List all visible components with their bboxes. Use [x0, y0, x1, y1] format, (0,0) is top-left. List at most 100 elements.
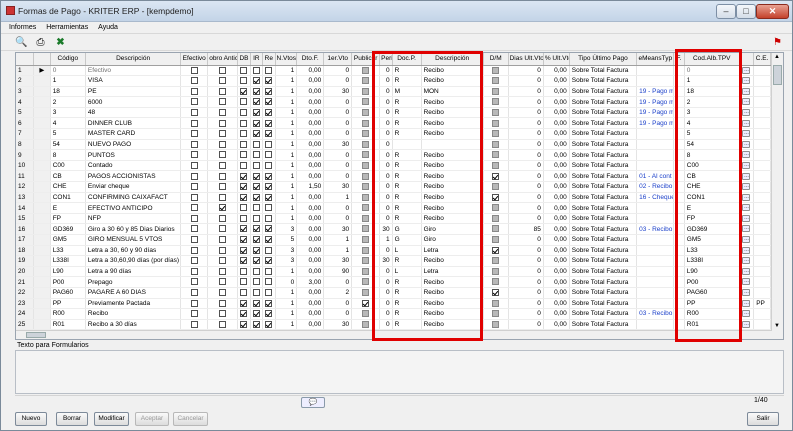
- cell-cod-alb-tpv[interactable]: E: [684, 202, 740, 214]
- cell-doc-p[interactable]: L: [392, 245, 422, 257]
- checkbox-db[interactable]: [240, 257, 248, 265]
- col-nvtos[interactable]: N.Vtos: [275, 53, 298, 66]
- checkbox-re[interactable]: [265, 289, 273, 297]
- cell-publicar[interactable]: [351, 276, 381, 288]
- col-f[interactable]: F.: [673, 53, 685, 66]
- cell-f[interactable]: [673, 170, 685, 183]
- cell-ef[interactable]: [180, 128, 209, 140]
- cell-f[interactable]: [673, 160, 685, 172]
- cell-descripcion-doc[interactable]: Recibo: [421, 160, 484, 172]
- cell-tipo-ultimo-pago[interactable]: Sobre Total Factura: [569, 107, 638, 119]
- cell-period[interactable]: 0: [379, 245, 393, 257]
- cell-re[interactable]: [262, 266, 276, 278]
- cell-period[interactable]: 0: [379, 170, 393, 183]
- cell-tipo-ultimo-pago[interactable]: Sobre Total Factura: [569, 276, 638, 288]
- cell-descripcion-doc[interactable]: Giro: [421, 223, 484, 235]
- checkbox-db[interactable]: [240, 310, 248, 318]
- cell-dias-ult-vto[interactable]: 0: [508, 65, 544, 77]
- checkbox-an[interactable]: [219, 130, 227, 138]
- cell-tipo-ultimo-pago[interactable]: Sobre Total Factura: [569, 181, 638, 193]
- print-icon[interactable]: ⎙: [35, 37, 46, 48]
- cell-dm[interactable]: [483, 298, 509, 310]
- cell-ef[interactable]: [180, 86, 209, 98]
- checkbox-an[interactable]: [219, 193, 227, 201]
- vertical-scrollbar[interactable]: ▲ ▼: [771, 53, 783, 339]
- cell-ir[interactable]: [250, 223, 264, 235]
- checkbox-dm[interactable]: [492, 172, 500, 180]
- checkbox-db[interactable]: [240, 108, 248, 116]
- checkbox-ir[interactable]: [252, 225, 260, 233]
- cell-period[interactable]: 1: [379, 234, 393, 246]
- cell-an[interactable]: [207, 149, 239, 161]
- ellipsis-button[interactable]: …: [742, 278, 751, 286]
- cell-f[interactable]: [673, 75, 685, 87]
- cell-period[interactable]: 0: [379, 298, 393, 310]
- ellipsis-button[interactable]: …: [742, 267, 751, 275]
- cell-ef[interactable]: [180, 255, 209, 267]
- cell-cod-alb-tpv[interactable]: PAG60: [684, 287, 740, 299]
- cell-an[interactable]: [207, 107, 239, 119]
- checkbox-publicar[interactable]: [362, 236, 370, 244]
- modificar-button[interactable]: Modificar: [94, 412, 129, 426]
- cell-cod-alb-tpv[interactable]: 3: [684, 107, 740, 119]
- cell-ellipsis[interactable]: …: [739, 266, 755, 278]
- checkbox-ir[interactable]: [252, 87, 260, 95]
- cell-ce[interactable]: [753, 245, 771, 257]
- cell-descripcion[interactable]: 48: [85, 107, 182, 119]
- minimize-button[interactable]: –: [716, 4, 736, 19]
- checkbox-publicar[interactable]: [362, 183, 370, 191]
- cell-ir[interactable]: [250, 107, 264, 119]
- checkbox-ir[interactable]: [252, 246, 260, 254]
- cell-descripcion-doc[interactable]: Recibo: [421, 117, 484, 130]
- cell-publicar[interactable]: [351, 255, 381, 267]
- cell-cod-alb-tpv[interactable]: 2: [684, 96, 740, 108]
- cell-ellipsis[interactable]: …: [739, 65, 755, 77]
- cell-descripcion-doc[interactable]: Recibo: [421, 298, 484, 310]
- checkbox-ef[interactable]: [190, 236, 198, 244]
- cell-codigo[interactable]: CHE: [50, 181, 86, 193]
- checkbox-ef[interactable]: [190, 204, 198, 212]
- cell-re[interactable]: [262, 170, 276, 183]
- cell-dm[interactable]: [483, 213, 509, 225]
- cell-dm[interactable]: [483, 75, 509, 87]
- checkbox-dm[interactable]: [492, 98, 500, 106]
- scroll-up-icon[interactable]: ▲: [774, 54, 780, 60]
- cell-publicar[interactable]: [351, 75, 381, 87]
- cell-ellipsis[interactable]: …: [739, 255, 755, 267]
- cell-an[interactable]: [207, 319, 239, 331]
- cell-ellipsis[interactable]: …: [739, 170, 755, 183]
- cell-period[interactable]: 0: [379, 181, 393, 193]
- cell-dm[interactable]: [483, 266, 509, 278]
- cell-descripcion[interactable]: Recibo a 30 días: [85, 319, 182, 331]
- cell-emeans-type[interactable]: [636, 160, 675, 172]
- cell-dias-ult-vto[interactable]: 0: [508, 213, 544, 225]
- cell-period[interactable]: 0: [379, 139, 393, 151]
- cell-dto[interactable]: 0,00: [296, 234, 325, 246]
- aceptar-button[interactable]: Aceptar: [135, 412, 169, 426]
- cell-descripcion-doc[interactable]: Recibo: [421, 149, 484, 161]
- cell-ir[interactable]: [250, 245, 264, 257]
- cell-db[interactable]: [237, 160, 251, 172]
- cell-dm[interactable]: [483, 287, 509, 299]
- cell-re[interactable]: [262, 213, 276, 225]
- cell-cod-alb-tpv[interactable]: 0: [684, 65, 740, 77]
- checkbox-dm[interactable]: [492, 299, 500, 307]
- checkbox-dm[interactable]: [492, 119, 500, 127]
- checkbox-an[interactable]: [219, 77, 227, 85]
- checkbox-ir[interactable]: [252, 66, 260, 74]
- cell-descripcion[interactable]: Enviar cheque: [85, 181, 182, 193]
- cell-publicar[interactable]: [351, 213, 381, 225]
- cell-dias-ult-vto[interactable]: 0: [508, 75, 544, 87]
- checkbox-an[interactable]: [219, 161, 227, 169]
- checkbox-dm[interactable]: [492, 320, 500, 328]
- cell-ir[interactable]: [250, 117, 264, 130]
- cell-codigo[interactable]: R01: [50, 319, 86, 331]
- checkbox-ir[interactable]: [252, 130, 260, 138]
- cell-doc-p[interactable]: R: [392, 192, 422, 204]
- cell-codigo[interactable]: 8: [50, 149, 86, 161]
- cell-tipo-ultimo-pago[interactable]: Sobre Total Factura: [569, 202, 638, 214]
- cell-ef[interactable]: [180, 276, 209, 288]
- cell-cod-alb-tpv[interactable]: L90: [684, 266, 740, 278]
- cell-db[interactable]: [237, 202, 251, 214]
- checkbox-dm[interactable]: [492, 310, 500, 318]
